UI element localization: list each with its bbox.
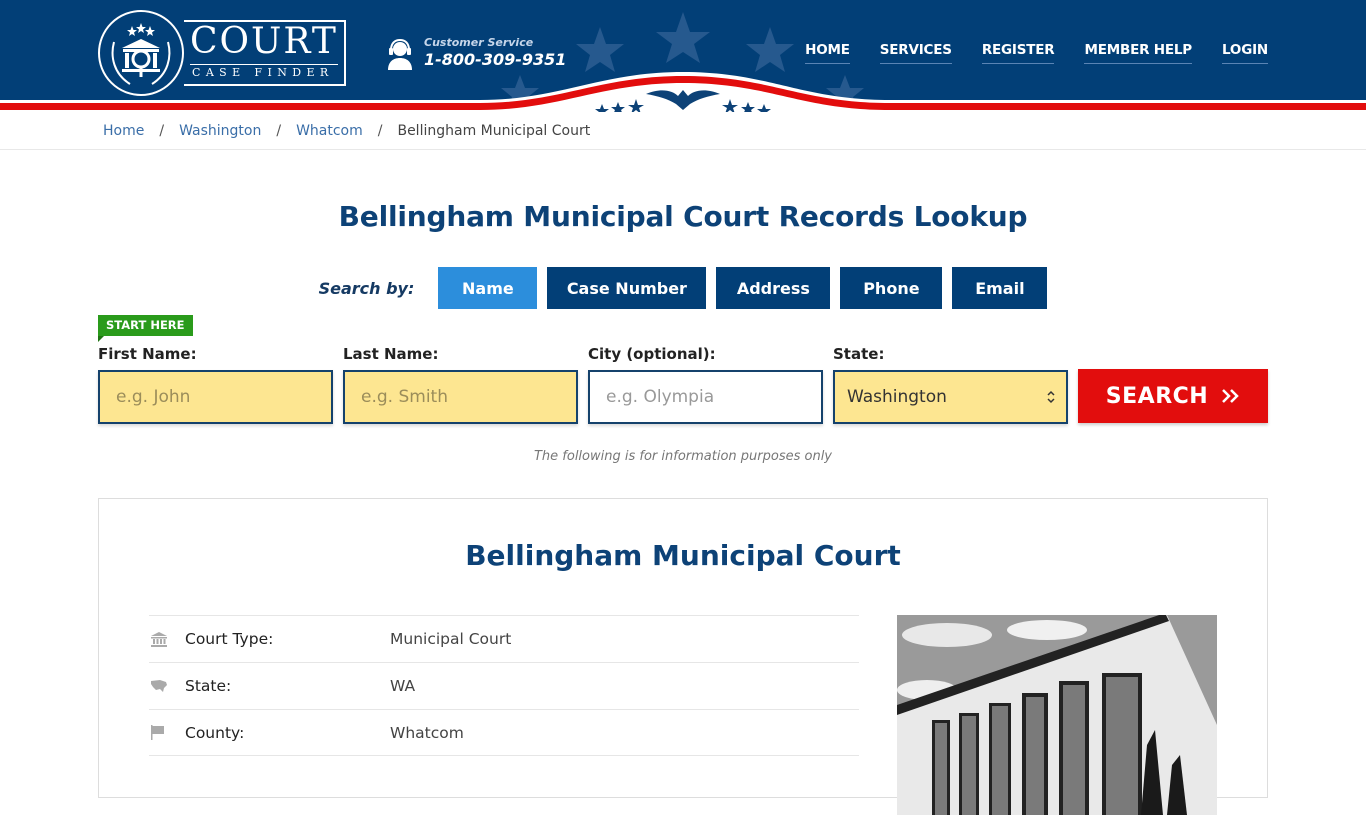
court-info-card: Bellingham Municipal Court Court Type: M… <box>98 498 1268 815</box>
city-label: City (optional): <box>588 345 716 363</box>
state-label: State: <box>833 345 885 363</box>
first-name-input[interactable]: e.g. John <box>98 370 333 424</box>
logo-divider <box>190 64 338 65</box>
tab-case-number[interactable]: Case Number <box>547 267 707 309</box>
breadcrumb-separator: / <box>159 122 165 139</box>
search-type-tabs: Search by: Name Case Number Address Phon… <box>0 267 1366 309</box>
last-name-input[interactable]: e.g. Smith <box>343 370 578 424</box>
customer-service-label: Customer Service <box>424 36 534 49</box>
court-type-label: Court Type: <box>185 630 274 648</box>
county-label: County: <box>185 723 245 742</box>
search-by-label: Search by: <box>318 278 415 298</box>
nav-login[interactable]: LOGIN <box>1222 42 1268 64</box>
last-name-group: Last Name: e.g. Smith <box>343 345 578 424</box>
last-name-label: Last Name: <box>343 345 439 363</box>
state-detail-label: State: <box>185 677 232 695</box>
nav-register[interactable]: REGISTER <box>981 42 1055 64</box>
court-building-photo <box>897 615 1217 815</box>
first-name-group: First Name: e.g. John <box>98 345 333 424</box>
first-name-label: First Name: <box>98 345 197 363</box>
breadcrumb-separator: / <box>377 122 383 139</box>
detail-row-court-type: Court Type: Municipal Court <box>149 615 859 662</box>
breadcrumb-current: Bellingham Municipal Court <box>397 122 591 139</box>
state-select[interactable]: Washington <box>833 370 1068 424</box>
county-value: Whatcom <box>390 723 464 742</box>
tab-phone[interactable]: Phone <box>840 267 943 309</box>
tab-address[interactable]: Address <box>716 267 831 309</box>
city-input[interactable]: e.g. Olympia <box>588 370 823 424</box>
select-updown-icon <box>1047 390 1055 404</box>
logo-title: COURT <box>190 21 338 62</box>
courthouse-icon <box>151 631 167 647</box>
tab-name[interactable]: Name <box>438 267 538 309</box>
state-group: State: Washington <box>833 345 1068 424</box>
info-disclaimer: The following is for information purpose… <box>533 449 833 464</box>
courthouse-magnifier-icon <box>111 23 171 85</box>
court-title: Bellingham Municipal Court <box>465 539 901 572</box>
nav-home[interactable]: HOME <box>805 42 850 64</box>
nav-services[interactable]: SERVICES <box>879 42 952 64</box>
nav-member-help[interactable]: MEMBER HELP <box>1084 42 1192 64</box>
customer-service-phone[interactable]: 1-800-309-9351 <box>424 50 566 69</box>
main-nav: HOME SERVICES REGISTER MEMBER HELP LOGIN <box>805 42 1268 64</box>
tab-email[interactable]: Email <box>952 267 1048 309</box>
court-type-value: Municipal Court <box>390 630 512 648</box>
detail-row-state: State: WA <box>149 662 859 709</box>
site-header: COURT CASE FINDER Customer Service 1-800… <box>0 0 1366 112</box>
flag-icon <box>151 725 164 740</box>
site-logo[interactable]: COURT CASE FINDER <box>98 10 348 96</box>
detail-row-county: County: Whatcom <box>149 709 859 756</box>
logo-subtitle: CASE FINDER <box>192 66 334 79</box>
breadcrumb-whatcom[interactable]: Whatcom <box>296 123 363 139</box>
search-button-label: SEARCH <box>1105 383 1209 409</box>
courthouse-image <box>897 615 1217 815</box>
breadcrumb-separator: / <box>276 122 282 139</box>
search-button[interactable]: SEARCH <box>1078 369 1268 423</box>
state-select-value: Washington <box>847 387 947 407</box>
double-chevron-right-icon <box>1222 389 1239 403</box>
logo-emblem <box>98 10 184 96</box>
court-details-list: Court Type: Municipal Court State: WA Co… <box>149 615 859 756</box>
state-detail-value: WA <box>390 677 416 695</box>
breadcrumb-home[interactable]: Home <box>103 123 144 139</box>
breadcrumb-washington[interactable]: Washington <box>179 123 261 139</box>
page-title: Bellingham Municipal Court Records Looku… <box>338 200 1028 233</box>
city-group: City (optional): e.g. Olympia <box>588 345 823 424</box>
us-map-icon <box>151 680 167 692</box>
headset-agent-icon <box>388 38 412 70</box>
breadcrumb: Home / Washington / Whatcom / Bellingham… <box>0 112 1366 150</box>
start-here-badge: START HERE <box>98 315 193 342</box>
